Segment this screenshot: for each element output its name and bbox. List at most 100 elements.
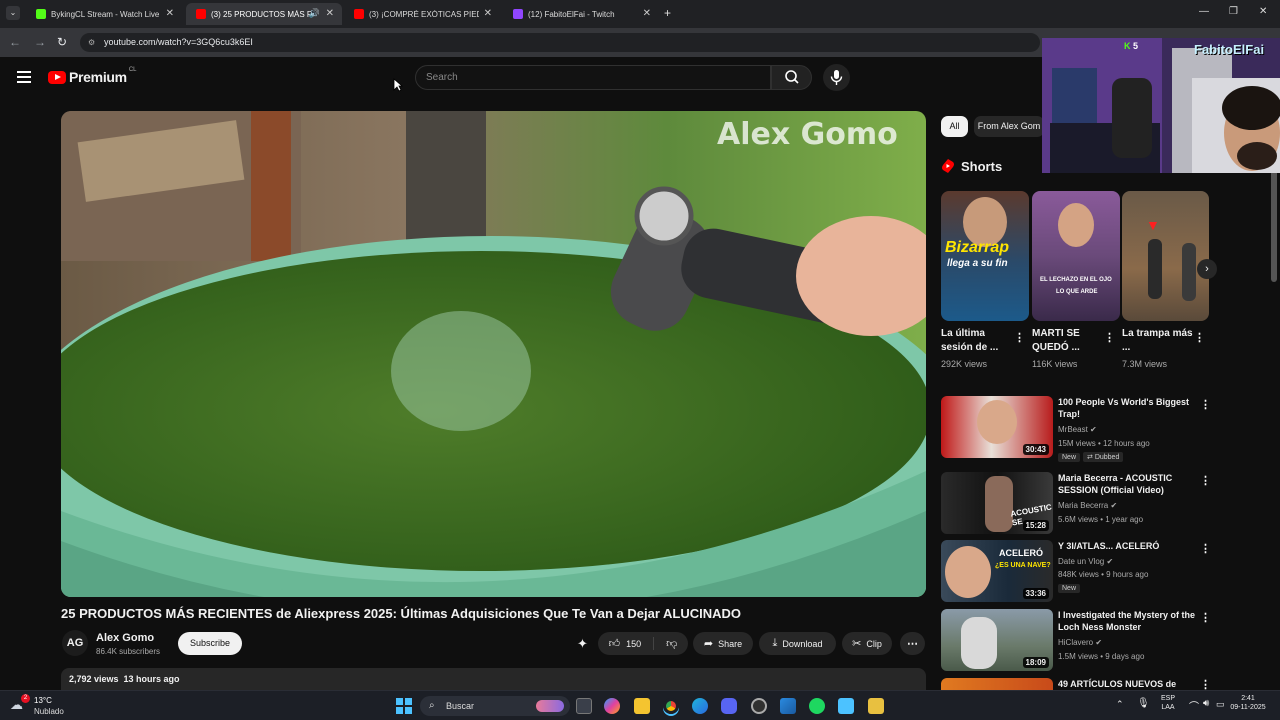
- edge-icon[interactable]: [692, 698, 708, 714]
- tab-twitch[interactable]: (12) FabitoElFai - Twitch ✕: [503, 3, 659, 25]
- more-vert-icon[interactable]: ⋮: [1200, 678, 1211, 690]
- more-vert-icon[interactable]: ⋮: [1200, 611, 1211, 624]
- minimize-button[interactable]: —: [1199, 6, 1209, 17]
- channel-name: Maria Becerra ✔: [1058, 501, 1118, 510]
- subscriber-count: 86.4K subscribers: [96, 647, 161, 656]
- obs-icon[interactable]: [751, 698, 767, 714]
- video-thumbnail: ACOUSTIC SE 15:28: [941, 472, 1053, 534]
- recommended-video[interactable]: 30:43 100 People Vs World's Biggest Trap…: [941, 396, 1211, 462]
- tray-mic-icon[interactable]: 🎙︎: [1137, 698, 1150, 709]
- shorts-next-button[interactable]: ›: [1197, 259, 1217, 279]
- more-vert-icon[interactable]: ⋮: [1104, 331, 1115, 344]
- more-vert-icon[interactable]: ⋮: [1200, 542, 1211, 555]
- tab-youtube-2[interactable]: (3) ¡COMPRÉ EXÓTICAS PIEDRA ✕: [344, 3, 500, 25]
- chrome-icon[interactable]: [663, 698, 679, 714]
- short-card[interactable]: Bizarrap llega a su fin: [941, 191, 1029, 321]
- tray-chevron-icon[interactable]: ⌃: [1116, 699, 1124, 710]
- tab-youtube-active[interactable]: (3) 25 PRODUCTOS MÁS RE 🔊 ✕: [186, 3, 342, 25]
- spotify-icon[interactable]: [809, 698, 825, 714]
- download-button[interactable]: ⤓ Download: [759, 632, 836, 655]
- description-box[interactable]: 2,792 views 13 hours ago: [61, 668, 926, 690]
- youtube-premium-logo[interactable]: Premium CL: [48, 67, 137, 85]
- share-button[interactable]: ➦ Share: [693, 632, 753, 655]
- site-info-icon[interactable]: ⚙: [88, 33, 95, 52]
- voice-search-button[interactable]: [823, 64, 850, 91]
- country-code: CL: [128, 67, 137, 73]
- video-player[interactable]: Alex Gomo: [61, 111, 926, 597]
- search-icon: [785, 70, 799, 84]
- address-bar[interactable]: ⚙ youtube.com/watch?v=3GQ6cu3k6EI: [80, 33, 1040, 52]
- recommended-video[interactable]: ACELERÓ ¿ES UNA NAVE? 33:36 Y 3I/ATLAS..…: [941, 540, 1211, 602]
- short-thumb-figure: [1058, 203, 1094, 247]
- short-thumb-figure: [1148, 239, 1162, 299]
- new-badge: New: [1058, 584, 1081, 593]
- reload-icon[interactable]: ↻: [57, 35, 67, 49]
- clock[interactable]: 2:41 09-11-2025: [1226, 695, 1270, 711]
- more-vert-icon[interactable]: ⋮: [1200, 474, 1211, 487]
- scissors-icon: ✂: [852, 638, 862, 650]
- search-input[interactable]: Search: [415, 65, 771, 90]
- video-title: I Investigated the Mystery of the Loch N…: [1058, 610, 1196, 632]
- new-tab-button[interactable]: +: [664, 6, 671, 20]
- share-label: Share: [718, 638, 743, 649]
- like-button[interactable]: 👍︎ 150: [609, 637, 655, 650]
- file-explorer-icon[interactable]: [634, 698, 650, 714]
- more-vert-icon[interactable]: ⋮: [1200, 398, 1211, 411]
- clip-button[interactable]: ✂ Clip: [842, 632, 892, 655]
- channel-name[interactable]: Alex Gomo: [96, 632, 154, 644]
- wifi-icon[interactable]: ⌒: [1189, 698, 1199, 713]
- discord-icon[interactable]: [721, 698, 737, 714]
- maximize-button[interactable]: ❐: [1229, 6, 1238, 17]
- window-close-button[interactable]: ✕: [1259, 6, 1267, 17]
- more-actions-button[interactable]: ⋯: [900, 632, 925, 655]
- subscribe-button[interactable]: Subscribe: [178, 632, 242, 655]
- weather-badge: 2: [21, 694, 30, 703]
- task-view-icon[interactable]: [576, 698, 592, 714]
- forward-icon[interactable]: →: [34, 35, 46, 49]
- new-badge: New: [1058, 453, 1081, 462]
- like-count: 150: [626, 638, 642, 649]
- thumbs-down-icon: 👎︎: [666, 638, 678, 650]
- short-overlay-subtext: LO QUE ARDE: [1056, 289, 1098, 295]
- close-icon[interactable]: ✕: [484, 8, 492, 19]
- windows-start-icon[interactable]: [396, 698, 412, 714]
- video-meta: 5.6M views • 1 year ago: [1058, 515, 1144, 524]
- short-title[interactable]: La última sesión de ...: [941, 327, 1013, 355]
- close-icon[interactable]: ✕: [326, 8, 334, 19]
- short-title[interactable]: La trampa más ...: [1122, 327, 1194, 355]
- notepad-icon[interactable]: [838, 698, 854, 714]
- tab-list-button[interactable]: ⌄: [6, 6, 20, 20]
- recommended-video[interactable]: 49 ARTÍCULOS NUEVOS de ⋮: [941, 678, 1211, 690]
- volume-icon[interactable]: 🔊︎: [1203, 698, 1209, 709]
- channel-avatar[interactable]: AG: [62, 630, 88, 656]
- short-title[interactable]: MARTI SE QUEDÓ ...: [1032, 327, 1104, 355]
- arrow-marker: ▼: [1146, 217, 1160, 233]
- keyboard-language[interactable]: ESP LAA: [1156, 695, 1180, 711]
- recommended-video[interactable]: 18:09 I Investigated the Mystery of the …: [941, 609, 1211, 671]
- close-icon[interactable]: ✕: [643, 8, 651, 19]
- chip-from-channel[interactable]: From Alex Gom: [974, 116, 1044, 137]
- tab-kick-stream[interactable]: BykingCL Stream - Watch Live o ✕: [26, 3, 182, 25]
- chip-all[interactable]: All: [941, 116, 968, 137]
- hype-icon[interactable]: ✦: [577, 636, 588, 652]
- battery-icon[interactable]: ▭: [1216, 699, 1225, 710]
- short-card[interactable]: EL LECHAZO EN EL OJO LO QUE ARDE: [1032, 191, 1120, 321]
- more-vert-icon[interactable]: ⋮: [1194, 331, 1205, 344]
- search-button[interactable]: [771, 65, 812, 90]
- tab-label: (12) FabitoElFai - Twitch: [528, 9, 615, 19]
- kick-icon: [36, 9, 46, 19]
- back-icon[interactable]: ←: [9, 35, 21, 49]
- menu-icon[interactable]: [17, 71, 31, 83]
- close-icon[interactable]: ✕: [166, 8, 174, 19]
- short-card[interactable]: ▼: [1122, 191, 1209, 321]
- thumb-figure: [945, 546, 991, 598]
- taskbar-search[interactable]: ⌕ Buscar: [420, 696, 570, 716]
- copilot-icon[interactable]: [604, 698, 620, 714]
- more-vert-icon[interactable]: ⋮: [1014, 331, 1025, 344]
- dislike-button[interactable]: 👎︎: [654, 637, 677, 650]
- speaker-icon[interactable]: 🔊: [309, 8, 320, 19]
- weather-widget[interactable]: ☁ 2 13°C Nublado: [10, 694, 80, 718]
- recommended-video[interactable]: ACOUSTIC SE 15:28 Maria Becerra - ACOUST…: [941, 472, 1211, 534]
- photos-icon[interactable]: [780, 698, 796, 714]
- app-icon[interactable]: [868, 698, 884, 714]
